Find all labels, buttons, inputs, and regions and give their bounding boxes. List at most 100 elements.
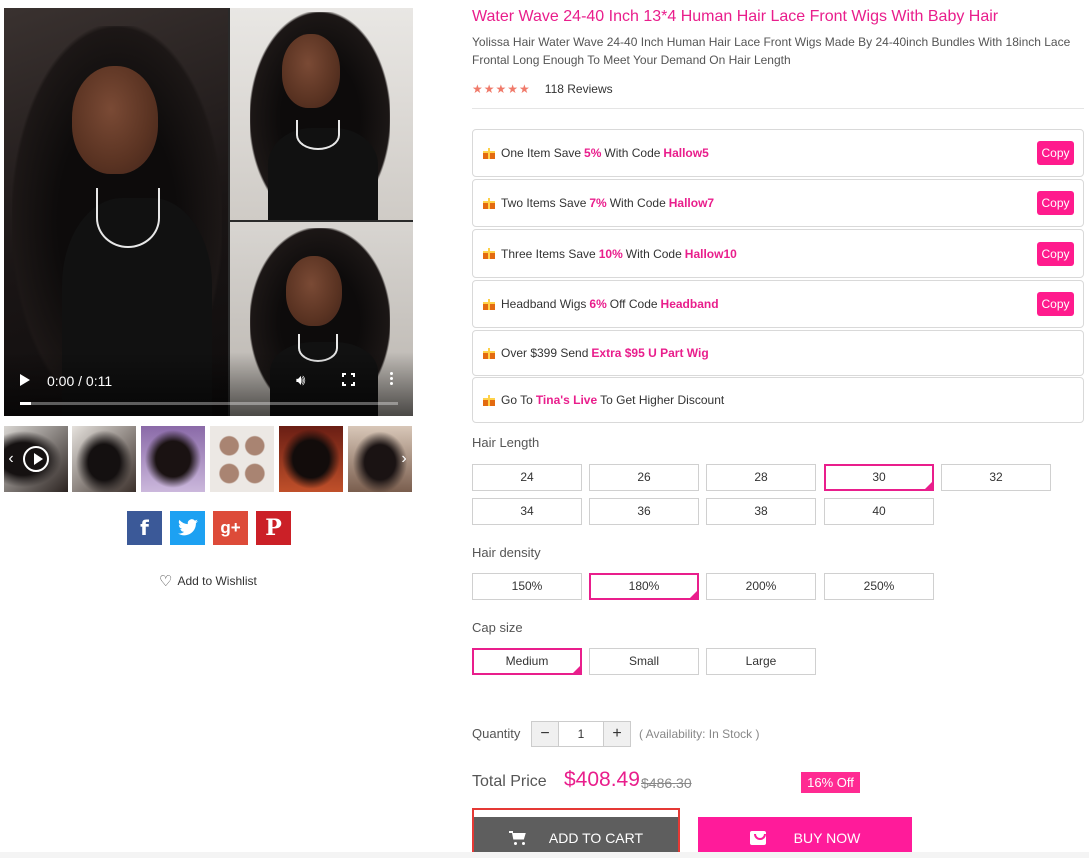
hair-density-option[interactable]: 180% <box>589 573 699 602</box>
cap-size-label: Cap size <box>472 620 523 635</box>
coupon-text: Three Items Save <box>501 246 596 261</box>
coupon-text: Two Items Save <box>501 196 587 210</box>
fullscreen-icon[interactable] <box>342 373 355 386</box>
quantity-input[interactable] <box>558 722 604 746</box>
model-photo-top-right <box>230 8 413 220</box>
hair-length-option[interactable]: 34 <box>472 498 582 525</box>
total-price-label: Total Price <box>472 773 547 790</box>
coupon-code: Headband <box>660 297 719 311</box>
thumbnail-4[interactable] <box>210 426 274 492</box>
hair-length-option[interactable]: 38 <box>706 498 816 525</box>
current-price: $408.49 <box>564 768 640 791</box>
hair-density-option[interactable]: 150% <box>472 573 582 600</box>
cap-size-option[interactable]: Large <box>706 648 816 675</box>
pinterest-share-button[interactable]: P <box>256 511 291 545</box>
coupon-text: One Item Save <box>501 146 582 160</box>
promo-row: Over $399 Send Extra $95 U Part Wig <box>472 330 1084 376</box>
product-title: Water Wave 24-40 Inch 13*4 Human Hair La… <box>472 8 999 25</box>
more-vert-icon[interactable] <box>390 372 394 387</box>
gift-icon <box>483 248 495 259</box>
video-progress-fill <box>20 402 32 405</box>
coupon-percent: 5% <box>584 146 602 160</box>
twitter-share-button[interactable]: t <box>170 511 205 545</box>
coupon-percent: 6% <box>589 297 607 311</box>
coupon-text: With Code <box>625 246 682 261</box>
promo-text: Go To <box>501 393 533 407</box>
cap-size-option[interactable]: Medium <box>472 648 582 677</box>
copy-code-button[interactable]: Copy <box>1037 241 1074 266</box>
star-rating-icon: ★★★★★ <box>472 82 531 96</box>
product-subtitle: Yolissa Hair Water Wave 24-40 Inch Human… <box>472 35 1071 67</box>
coupon-row: Three Items Save 10% With Code Hallow10 Copy <box>472 229 1084 278</box>
product-video[interactable]: 0:00 / 0:11 🔊︎ <box>4 8 413 416</box>
hair-length-option[interactable]: 36 <box>589 498 699 525</box>
play-circle-icon <box>23 446 49 472</box>
copy-code-button[interactable]: Copy <box>1037 292 1074 316</box>
coupon-text: Headband Wigs <box>501 297 587 311</box>
cap-size-option[interactable]: Small <box>589 648 699 675</box>
heart-icon: ♡ <box>159 573 173 590</box>
googleplus-icon: g+ <box>220 518 241 537</box>
product-rating: ★★★★★ 118 Reviews <box>472 82 613 96</box>
page-footer-strip <box>0 852 1089 858</box>
coupon-text: With Code <box>609 196 666 210</box>
facebook-icon: f <box>140 516 149 540</box>
coupon-row: Headband Wigs 6% Off Code Headband Copy <box>472 280 1084 328</box>
hair-length-option[interactable]: 28 <box>706 464 816 491</box>
hair-length-option[interactable]: 26 <box>589 464 699 491</box>
hair-length-option[interactable]: 30 <box>824 464 934 493</box>
coupon-row: One Item Save 5% With Code Hallow5 Copy <box>472 129 1084 177</box>
coupon-code: Hallow10 <box>684 246 737 261</box>
add-to-wishlist-link[interactable]: ♡ Add to Wishlist <box>159 572 257 590</box>
copy-code-button[interactable]: Copy <box>1037 141 1074 165</box>
gift-icon <box>483 298 495 310</box>
hair-length-option[interactable]: 40 <box>824 498 934 525</box>
coupon-code: Hallow5 <box>663 146 709 160</box>
coupon-percent: 10% <box>598 246 623 261</box>
coupon-text: With Code <box>604 146 661 160</box>
video-controls: 0:00 / 0:11 🔊︎ <box>4 352 413 416</box>
promo-text: Over $399 Send <box>501 346 589 360</box>
hair-length-option[interactable]: 24 <box>472 464 582 491</box>
original-price: $486.30 <box>641 775 692 791</box>
pinterest-icon: P <box>265 515 282 541</box>
copy-code-button[interactable]: Copy <box>1037 191 1074 215</box>
hair-density-label: Hair density <box>472 545 541 560</box>
promo-highlight[interactable]: Extra $95 U Part Wig <box>591 346 708 360</box>
thumbnail-2[interactable] <box>72 426 136 492</box>
promo-text: To Get Higher Discount <box>600 393 725 407</box>
thumbnail-prev-arrow[interactable]: ‹ <box>4 446 18 472</box>
add-to-cart-label: ADD TO CART <box>548 829 644 846</box>
thumbnail-5[interactable] <box>279 426 343 492</box>
video-progress-bar[interactable] <box>20 402 398 405</box>
coupon-row: Two Items Save 7% With Code Hallow7 Copy <box>472 179 1084 227</box>
promo-highlight[interactable]: Tina's Live <box>536 393 597 407</box>
gift-icon <box>483 197 495 209</box>
thumbnail-strip: ‹ › <box>4 426 413 492</box>
availability-text: ( Availability: In Stock ) <box>639 727 760 741</box>
promo-row: Go To Tina's Live To Get Higher Discount <box>472 377 1084 423</box>
cart-icon <box>508 830 527 845</box>
thumbnail-next-arrow[interactable]: › <box>397 446 411 472</box>
video-time: 0:00 / 0:11 <box>47 373 113 389</box>
hair-density-option[interactable]: 200% <box>706 573 816 600</box>
gift-icon <box>483 147 495 159</box>
hair-length-label: Hair Length <box>472 435 540 450</box>
reviews-link[interactable]: 118 Reviews <box>545 82 613 96</box>
googleplus-share-button[interactable]: g+ <box>213 511 248 545</box>
quantity-increase-button[interactable]: + <box>604 722 630 746</box>
shopping-bag-icon <box>749 830 766 845</box>
play-icon[interactable] <box>20 374 30 386</box>
quantity-stepper: − + <box>531 721 631 747</box>
twitter-icon <box>177 519 198 536</box>
hair-density-option[interactable]: 250% <box>824 573 934 600</box>
quantity-decrease-button[interactable]: − <box>532 722 558 746</box>
facebook-share-button[interactable]: f <box>127 511 162 545</box>
volume-icon[interactable]: 🔊︎ <box>296 372 305 389</box>
hair-length-option[interactable]: 32 <box>941 464 1051 491</box>
discount-badge: 16% Off <box>801 772 860 793</box>
gift-icon <box>483 394 495 406</box>
wishlist-label: Add to Wishlist <box>177 574 257 588</box>
thumbnail-3[interactable] <box>141 426 205 492</box>
coupon-code: Hallow7 <box>668 196 715 210</box>
